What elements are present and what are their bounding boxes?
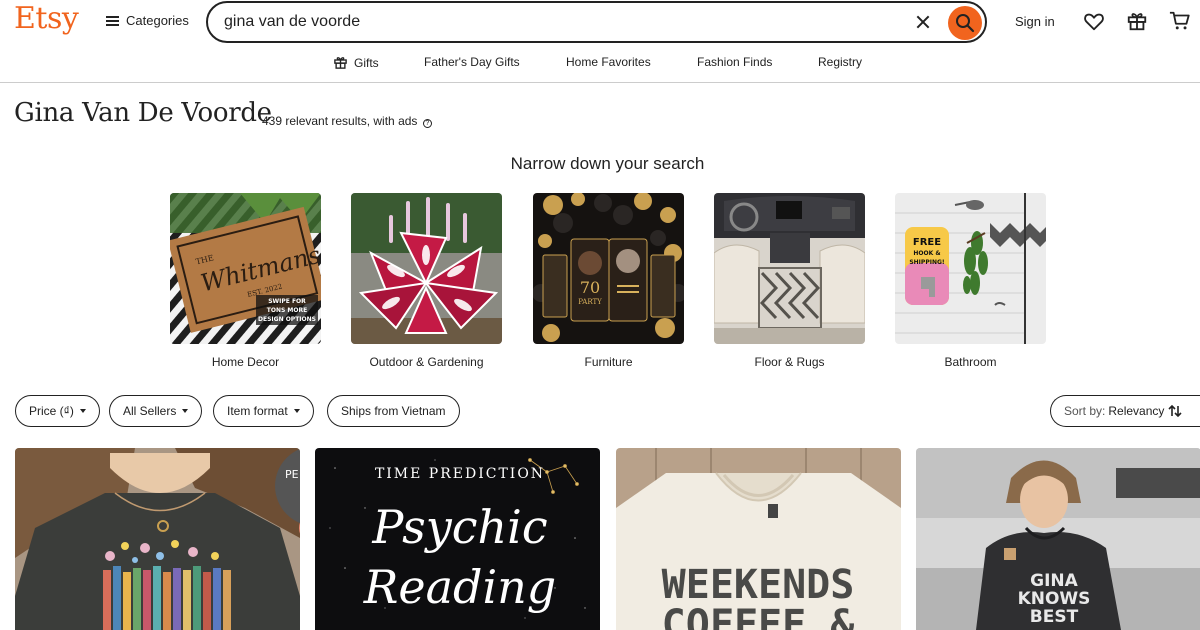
listing-image: GINA KNOWS BEST — [916, 448, 1200, 630]
results-count-text: 439 relevant results, with ads — [262, 114, 418, 128]
sweatshirt-print-line-2: COFFEE & — [662, 602, 856, 630]
listing-card-sweatshirt[interactable]: WEEKENDS COFFEE & — [616, 448, 901, 630]
category-label: Bathroom — [944, 355, 997, 369]
menu-icon — [106, 15, 119, 26]
sort-prefix: Sort by: — [1064, 404, 1106, 418]
sort-value: Relevancy — [1108, 404, 1165, 418]
category-label: Furniture — [584, 355, 633, 369]
category-bathroom[interactable]: FREE HOOK & SHIPPING! Bathroom — [895, 193, 1046, 369]
sub-navigation: Gifts Father's Day Gifts Home Favorites … — [0, 44, 1200, 83]
heart-icon — [1084, 13, 1104, 31]
listing-image: WEEKENDS COFFEE & — [616, 448, 901, 630]
promo-hook: HOOK & — [913, 250, 940, 257]
listing-card-tshirt[interactable]: PE m a — [15, 448, 300, 630]
category-label: Floor & Rugs — [754, 355, 825, 369]
category-image — [351, 193, 502, 344]
category-outdoor-gardening[interactable]: Outdoor & Gardening — [351, 193, 502, 369]
caret-down-icon — [293, 409, 300, 413]
nav-gifts-label: Gifts — [354, 56, 379, 70]
swipe-text: SWIPE FOR — [268, 298, 306, 305]
sellers-filter[interactable]: All Sellers — [109, 395, 203, 427]
hoodie-print-line-3: BEST — [1030, 607, 1079, 627]
listing-headline: TIME PREDICTION — [375, 466, 545, 482]
sort-button[interactable]: Sort by: Relevancy — [1050, 395, 1200, 427]
nav-gifts[interactable]: Gifts — [333, 55, 379, 70]
page-title: Gina Van De Voorde — [14, 98, 272, 128]
categories-button[interactable]: Categories — [106, 13, 189, 28]
cart-icon — [1169, 11, 1190, 30]
gift-icon — [1127, 13, 1147, 31]
category-image — [714, 193, 865, 344]
sign-in-link[interactable]: Sign in — [1015, 14, 1055, 29]
ships-from-filter[interactable]: Ships from Vietnam — [327, 395, 460, 427]
narrow-down-heading: Narrow down your search — [510, 154, 705, 173]
search-icon — [956, 14, 975, 33]
category-image: THE Whitmans EST. 2022 SWIPE FOR TONS MO… — [170, 193, 321, 344]
listing-badge-text: PE — [285, 468, 299, 481]
favorites-button[interactable] — [1083, 10, 1107, 34]
results-count: 439 relevant results, with ads ? — [262, 114, 432, 128]
info-icon[interactable]: ? — [422, 119, 432, 128]
listing-image: TIME PREDICTION Psychic Reading — [315, 448, 600, 630]
search-input[interactable] — [224, 11, 904, 33]
price-filter-label: Price (₫) — [29, 404, 74, 418]
clear-icon[interactable] — [914, 13, 932, 31]
party-word: PARTY — [578, 298, 602, 306]
listing-card-hoodie[interactable]: GINA KNOWS BEST — [916, 448, 1200, 630]
listing-title-line-2: Reading — [363, 560, 557, 614]
category-label: Outdoor & Gardening — [369, 355, 484, 369]
etsy-logo[interactable]: Etsy — [14, 1, 79, 36]
swipe-text-2: TONS MORE — [267, 307, 307, 314]
listing-card-psychic-reading[interactable]: TIME PREDICTION Psychic Reading — [315, 448, 600, 630]
ships-from-filter-label: Ships from Vietnam — [341, 404, 446, 418]
nav-fashion-finds[interactable]: Fashion Finds — [697, 55, 772, 69]
search-bar — [206, 1, 987, 43]
party-number: 70 — [580, 278, 600, 297]
category-image: FREE HOOK & SHIPPING! — [895, 193, 1046, 344]
nav-fathers-day-gifts[interactable]: Father's Day Gifts — [424, 55, 520, 69]
category-floor-rugs[interactable]: Floor & Rugs — [714, 193, 865, 369]
hoodie-print-line-1: GINA — [1030, 571, 1079, 591]
categories-label: Categories — [126, 13, 189, 28]
category-image: 70 PARTY — [533, 193, 684, 344]
gift-mode-button[interactable] — [1126, 10, 1150, 34]
sellers-filter-label: All Sellers — [123, 404, 177, 418]
gift-icon — [334, 57, 347, 69]
price-filter[interactable]: Price (₫) — [15, 395, 100, 427]
promo-shipping: SHIPPING! — [909, 259, 944, 266]
nav-home-favorites[interactable]: Home Favorites — [566, 55, 651, 69]
listing-image: PE m a — [15, 448, 300, 630]
category-home-decor[interactable]: THE Whitmans EST. 2022 SWIPE FOR TONS MO… — [170, 193, 321, 369]
caret-down-icon — [182, 409, 189, 413]
item-format-filter-label: Item format — [227, 404, 288, 418]
category-furniture[interactable]: 70 PARTY Furniture — [533, 193, 684, 369]
caret-down-icon — [79, 409, 86, 413]
sort-arrows-icon — [1168, 404, 1182, 418]
category-label: Home Decor — [211, 355, 280, 369]
item-format-filter[interactable]: Item format — [213, 395, 314, 427]
site-header: Etsy Categories Sign in — [0, 0, 1200, 44]
search-button[interactable] — [948, 6, 982, 40]
cart-button[interactable] — [1169, 10, 1193, 34]
promo-free: FREE — [913, 237, 941, 248]
hoodie-print-line-2: KNOWS — [1018, 589, 1091, 609]
nav-registry[interactable]: Registry — [818, 55, 862, 69]
listing-title-line-1: Psychic — [371, 500, 547, 554]
swipe-text-3: DESIGN OPTIONS — [258, 316, 316, 323]
